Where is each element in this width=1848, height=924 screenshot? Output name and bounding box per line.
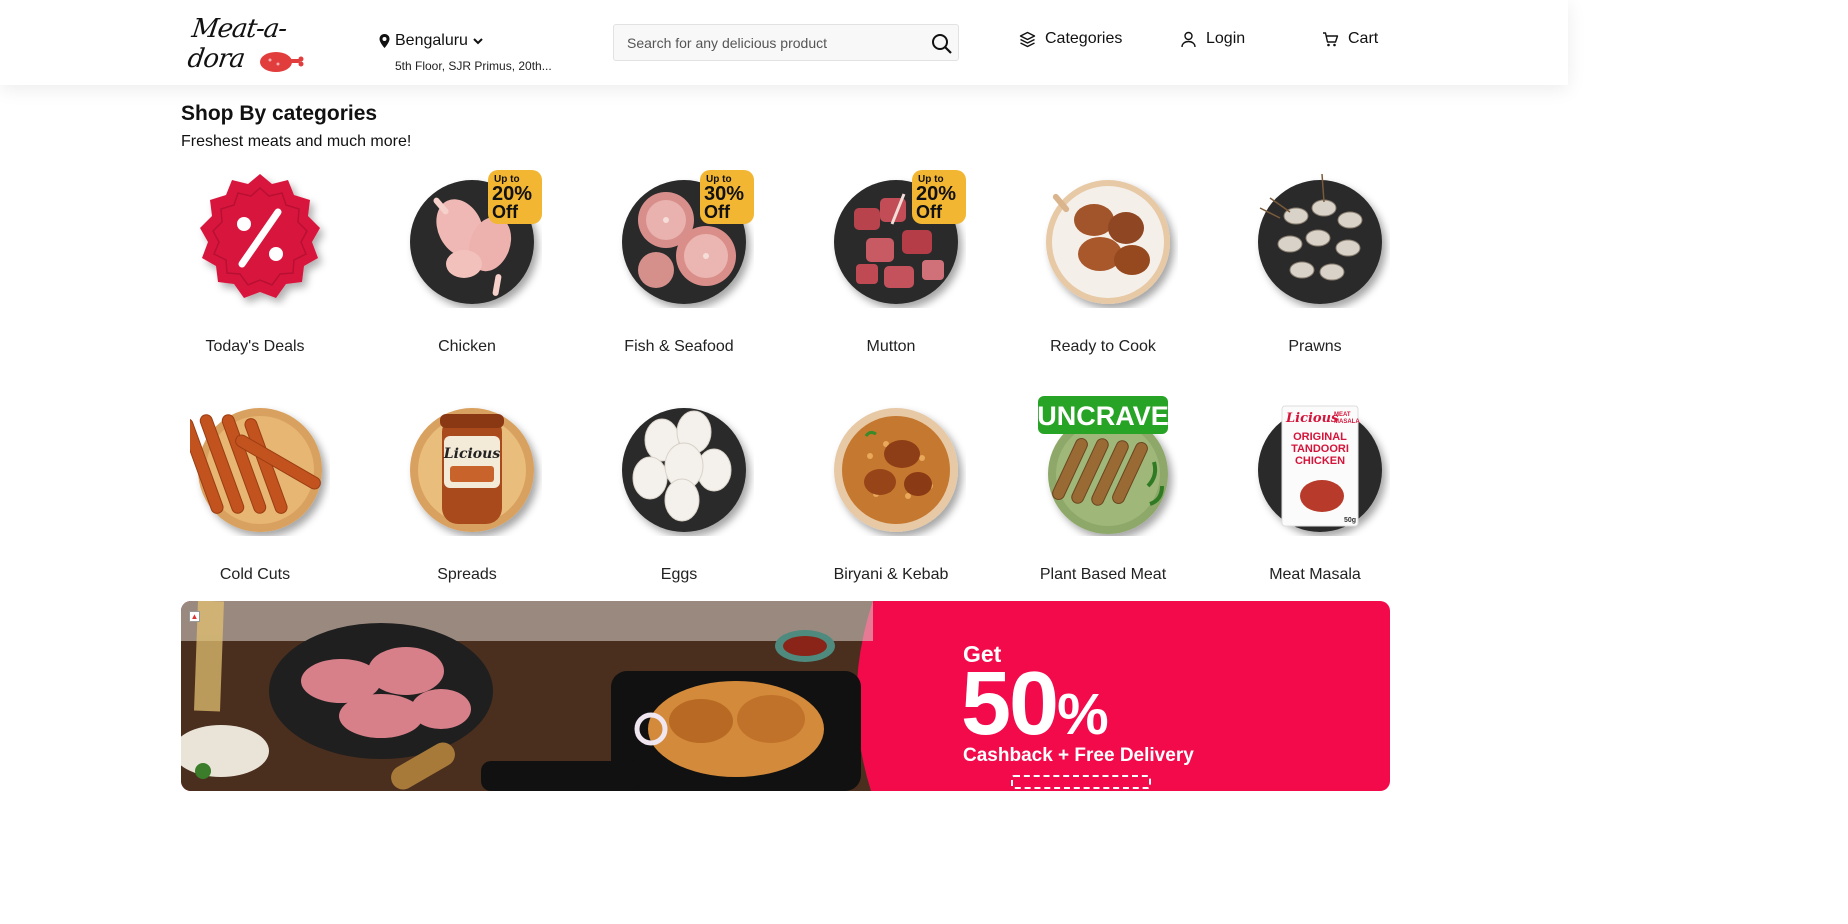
- badge-off: Off: [916, 202, 943, 222]
- category-label: Mutton: [866, 338, 916, 355]
- biryani-plate-image: [834, 408, 958, 532]
- discount-badge: Up to 30% Off: [700, 170, 754, 224]
- meat-masala-pack-image: Licious MEAT MASALA ORIGINAL TANDOORI CH…: [1258, 405, 1382, 532]
- category-label: Ready to Cook: [1050, 338, 1156, 355]
- location-pin-icon: [379, 34, 390, 48]
- nav-categories[interactable]: Categories: [1019, 30, 1122, 48]
- category-label: Fish & Seafood: [624, 338, 734, 355]
- mutton-plate-image: Up to 20% Off: [834, 170, 966, 304]
- category-todays-deals[interactable]: Today's Deals: [170, 168, 340, 368]
- badge-off: Off: [704, 202, 731, 222]
- banner-food-photo: [181, 601, 873, 791]
- chicken-plate-image: Up to 20% Off: [410, 170, 542, 304]
- category-spreads[interactable]: Licious Spreads: [382, 396, 552, 596]
- user-icon: [1181, 31, 1196, 47]
- category-fish-seafood[interactable]: Up to 30% Off Fish & Seafood: [594, 168, 764, 368]
- pack-title1: ORIGINAL: [1293, 431, 1347, 443]
- category-meat-masala[interactable]: Licious MEAT MASALA ORIGINAL TANDOORI CH…: [1230, 396, 1400, 596]
- pack-title3: CHICKEN: [1295, 455, 1345, 467]
- coupon-code-box: [1011, 775, 1151, 789]
- eggs-plate-image: [622, 408, 746, 532]
- discount-badge: Up to 20% Off: [488, 170, 542, 224]
- search-input[interactable]: [614, 25, 924, 60]
- category-ready-to-cook[interactable]: Ready to Cook: [1018, 168, 1188, 368]
- category-label: Biryani & Kebab: [833, 566, 949, 583]
- discount-badge: Up to 20% Off: [912, 170, 966, 224]
- layers-icon: [1019, 31, 1036, 47]
- pack-line1: MEAT: [1334, 412, 1351, 418]
- category-label: Meat Masala: [1269, 566, 1361, 583]
- section-title: Shop By categories: [181, 102, 378, 125]
- banner-percent-value: 50: [961, 654, 1059, 754]
- nav-login[interactable]: Login: [1180, 30, 1245, 48]
- location-selector[interactable]: Bengaluru 5th Floor, SJR Primus, 20th...: [378, 32, 552, 73]
- banner-percent: 50%: [961, 659, 1109, 749]
- nav-categories-label: Categories: [1045, 30, 1123, 47]
- banner-percent-sign: %: [1057, 682, 1109, 747]
- badge-off: Off: [492, 202, 519, 222]
- chicken-leg-icon: [260, 52, 304, 72]
- category-cold-cuts[interactable]: Cold Cuts: [170, 396, 340, 596]
- promo-banner[interactable]: ▲ Get 50% Cashback + Free Delivery: [181, 601, 1390, 791]
- category-chicken[interactable]: Up to 20% Off Chicken: [382, 168, 552, 368]
- cart-icon: [1323, 31, 1339, 46]
- category-label: Prawns: [1288, 338, 1342, 355]
- category-mutton[interactable]: Up to 20% Off Mutton: [806, 168, 976, 368]
- section-subtitle: Freshest meats and much more!: [181, 133, 412, 150]
- ad-choices-icon[interactable]: ▲: [189, 611, 200, 622]
- category-eggs[interactable]: Eggs: [594, 396, 764, 596]
- spreads-jar-image: Licious: [410, 408, 534, 532]
- category-label: Eggs: [660, 566, 698, 583]
- category-label: Today's Deals: [205, 338, 305, 355]
- category-label: Plant Based Meat: [1039, 566, 1167, 583]
- search-icon[interactable]: [930, 32, 954, 56]
- fish-plate-image: Up to 30% Off: [622, 170, 754, 304]
- brand-logo[interactable]: Meat-a-dora: [186, 8, 318, 74]
- nav-cart[interactable]: Cart: [1322, 30, 1378, 48]
- category-label: Spreads: [437, 566, 497, 583]
- category-prawns[interactable]: Prawns: [1230, 168, 1400, 368]
- cold-cuts-plate-image: [190, 408, 322, 532]
- pack-brand: Licious: [1285, 411, 1339, 426]
- top-header: Meat-a-dora Bengaluru 5th Floor, SJR Pri…: [0, 0, 1568, 85]
- nav-cart-label: Cart: [1348, 30, 1379, 47]
- category-plant-based-meat[interactable]: UNCRAVE Plant Based Meat: [1018, 396, 1188, 596]
- category-label: Cold Cuts: [219, 566, 291, 583]
- prawns-plate-image: [1258, 173, 1382, 304]
- search-bar: [613, 24, 959, 61]
- brand-tag: UNCRAVE: [1038, 401, 1169, 431]
- ready-to-cook-plate-image: [1046, 180, 1170, 304]
- nav-login-label: Login: [1206, 30, 1246, 47]
- category-biryani-kebab[interactable]: Biryani & Kebab: [806, 396, 976, 596]
- jar-brand: Licious: [443, 446, 501, 462]
- location-city: Bengaluru: [395, 32, 468, 49]
- banner-subtitle: Cashback + Free Delivery: [963, 745, 1194, 766]
- plant-based-plate-image: UNCRAVE: [1038, 396, 1169, 534]
- pack-line2: MASALA: [1334, 419, 1360, 425]
- location-address: 5th Floor, SJR Primus, 20th...: [395, 59, 552, 73]
- category-label: Chicken: [438, 338, 496, 355]
- chevron-down-icon: [473, 38, 483, 45]
- deals-badge-icon: [200, 174, 320, 298]
- pack-weight: 50g: [1344, 517, 1356, 524]
- pack-title2: TANDOORI: [1291, 443, 1349, 455]
